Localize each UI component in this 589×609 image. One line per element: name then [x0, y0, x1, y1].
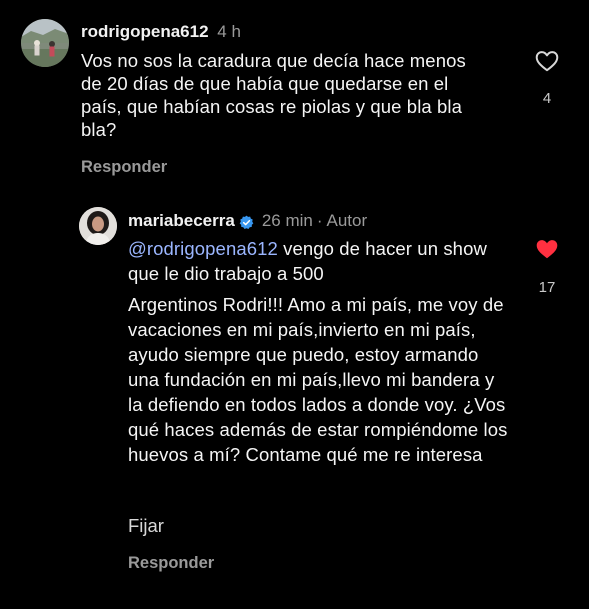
comment-text-rest: Argentinos Rodri!!! Amo a mi país, me vo… — [128, 294, 508, 465]
comment-mariabecerra: mariabecerra 26 min · Autor @rodrigopena… — [0, 0, 589, 609]
author-tag: Autor — [326, 211, 368, 230]
like-count: 17 — [538, 279, 556, 296]
reply-button[interactable]: Responder — [128, 553, 214, 573]
comment-header: mariabecerra 26 min · Autor — [128, 210, 367, 232]
username[interactable]: mariabecerra — [128, 210, 235, 232]
timestamp: 26 min — [261, 211, 313, 230]
heart-filled-icon — [536, 240, 558, 259]
like-button[interactable] — [534, 236, 560, 262]
comment-text: @rodrigopena612 vengo de hacer un show q… — [128, 236, 508, 467]
mention-link[interactable]: @rodrigopena612 — [128, 238, 278, 259]
comment-text-line-1: @rodrigopena612 vengo de hacer un show q… — [128, 236, 508, 286]
separator: · — [316, 211, 323, 230]
avatar[interactable] — [79, 207, 117, 245]
verified-badge-icon — [239, 214, 254, 229]
pin-button[interactable]: Fijar — [128, 515, 164, 537]
avatar-photo — [79, 207, 117, 245]
